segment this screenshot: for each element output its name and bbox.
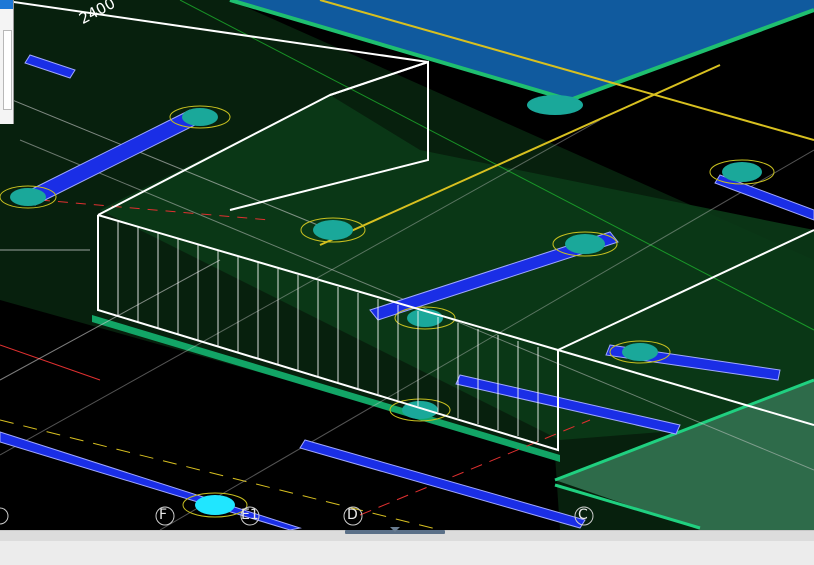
grid-axis-f[interactable]: F [159,507,167,523]
status-bar [0,530,814,565]
grid-axis-d[interactable]: D [347,507,358,523]
model-canvas[interactable] [0,0,814,530]
scroll-arrow-icon[interactable] [390,527,400,532]
3d-model-viewport[interactable]: 2400 F E1 D C [0,0,814,530]
grid-axis-bubbles [0,506,594,526]
grid-axis-e1[interactable]: E1 [241,507,259,523]
grid-axis-c[interactable]: C [578,507,588,523]
collapsed-side-panel[interactable] [0,0,14,124]
panel-content [3,30,12,110]
panel-header-accent [0,0,13,9]
